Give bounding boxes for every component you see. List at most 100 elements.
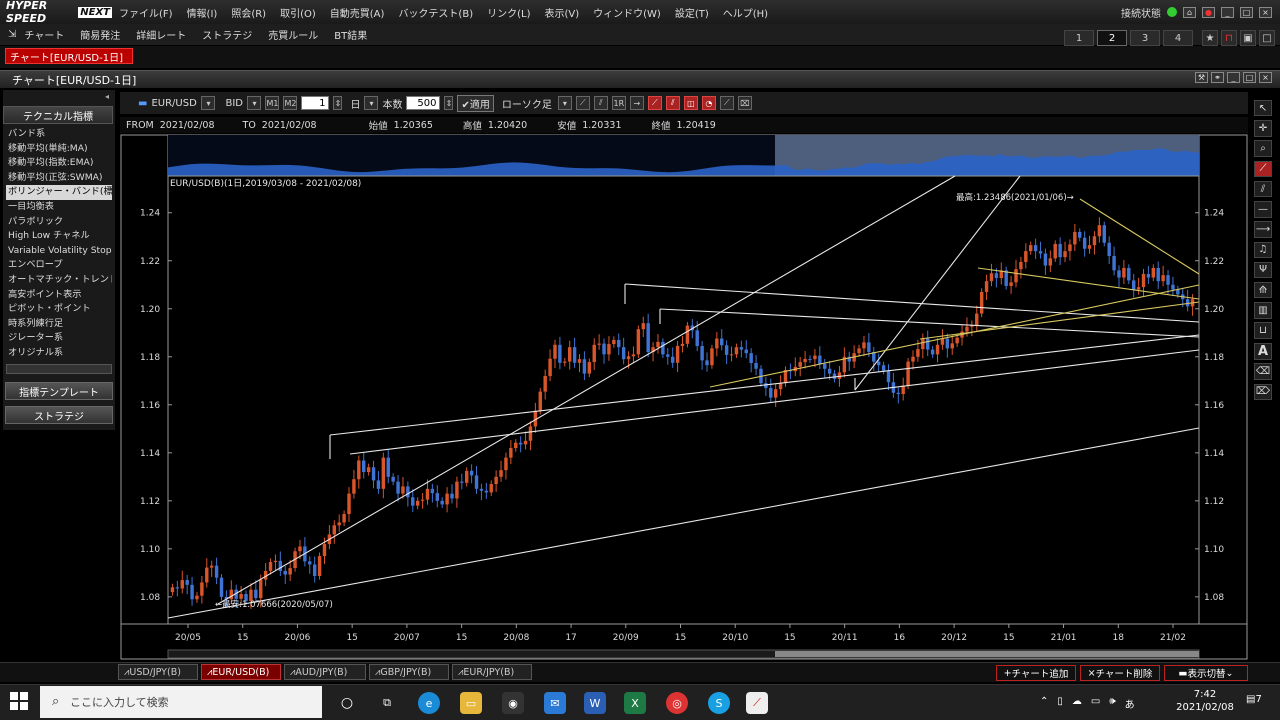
tool-fib-icon[interactable]: ⟋ <box>719 96 734 110</box>
tool-arrow-icon[interactable]: → <box>629 96 644 110</box>
tray-cloud-icon[interactable]: ☁ <box>1072 696 1082 711</box>
tab-usdjpy[interactable]: ⩘ USD/JPY(B) <box>118 664 198 680</box>
menu-view[interactable]: 表示(V) <box>544 5 579 20</box>
menu-link[interactable]: リンク(L) <box>487 5 530 20</box>
menu-trade[interactable]: 取引(O) <box>280 5 316 20</box>
channel-tool-icon[interactable]: ⫽ <box>1254 180 1272 198</box>
indicator-template-button[interactable]: 指標テンプレート <box>5 382 113 400</box>
tray-network-icon[interactable]: ▭ <box>1091 696 1100 711</box>
eraser-all-icon[interactable]: ⌦ <box>1254 383 1272 401</box>
toolbar-quick-order[interactable]: 簡易発注 <box>80 27 120 42</box>
indicator-item[interactable]: 移動平均(指数:EMA) <box>6 156 112 171</box>
chart-scrollbar-thumb[interactable] <box>775 651 1199 657</box>
tool-1r-icon[interactable]: 1R <box>611 96 626 110</box>
layout-tab-3[interactable]: 3 <box>1130 30 1160 46</box>
indicator-item[interactable]: パラボリック <box>6 215 112 230</box>
fork-icon[interactable]: Ψ <box>1254 261 1272 279</box>
period-input[interactable]: 1 <box>301 96 330 110</box>
strategy-button[interactable]: ストラテジ <box>5 406 113 424</box>
menu-auto-trade[interactable]: 自動売買(A) <box>330 5 385 20</box>
tool-line-icon[interactable]: ⟋ <box>575 96 590 110</box>
tool-red1-icon[interactable]: ⟋ <box>647 96 662 110</box>
taskbar-clock[interactable]: 7:42 2021/02/08 <box>1172 688 1238 714</box>
display-toggle-button[interactable]: ▬ 表示切替 ⌄ <box>1164 665 1248 681</box>
cortana-icon[interactable]: ○ <box>336 692 358 714</box>
crosshair-icon[interactable]: ✛ <box>1254 120 1272 137</box>
menu-settings[interactable]: 設定(T) <box>675 5 709 20</box>
period-unit[interactable]: 日 <box>350 96 360 111</box>
menu-info[interactable]: 情報(I) <box>187 5 218 20</box>
m1-icon[interactable]: M1 <box>265 96 280 110</box>
toolbar-bt-result[interactable]: BT結果 <box>334 27 367 42</box>
minimize-icon[interactable]: _ <box>1221 6 1234 18</box>
indicator-item[interactable]: オリジナル系 <box>6 346 112 361</box>
menu-file[interactable]: ファイル(F) <box>119 5 173 20</box>
mail-icon[interactable]: ✉ <box>544 692 566 714</box>
count-input[interactable]: 500 <box>406 96 441 110</box>
fan-icon[interactable]: ⟰ <box>1254 281 1272 299</box>
candle-type-select[interactable]: ローソク足 <box>502 96 554 111</box>
price-type-dropdown-icon[interactable]: ▾ <box>247 96 262 110</box>
bell-icon[interactable]: ♫ <box>1254 241 1272 258</box>
apply-button[interactable]: ✔適用 <box>457 94 494 112</box>
indicator-item[interactable]: 移動平均(正弦:SWMA) <box>6 171 112 186</box>
tool-red3-icon[interactable]: ◫ <box>683 96 698 110</box>
tab-audjpy[interactable]: ⩘ AUD/JPY(B) <box>284 664 366 680</box>
toolbar-trade-rule[interactable]: 売買ルール <box>268 27 318 42</box>
text-tool-icon[interactable]: A <box>1254 342 1272 360</box>
m2-icon[interactable]: M2 <box>283 96 298 110</box>
link-icon[interactable]: ⚭ <box>1211 72 1224 83</box>
task-view-icon[interactable]: ⧉ <box>376 692 398 714</box>
indicator-item[interactable]: オートマチック・トレンドライン <box>6 273 112 288</box>
word-icon[interactable]: W <box>584 692 606 714</box>
edge-icon[interactable]: e <box>418 692 440 714</box>
left-panel-collapse-icon[interactable]: ◂ <box>105 92 113 102</box>
count-stepper-icon[interactable]: ⇕ <box>444 96 454 110</box>
menu-window[interactable]: ウィンドウ(W) <box>593 5 661 20</box>
windows-start-icon[interactable] <box>10 692 28 710</box>
window-icon[interactable]: ▣ <box>1240 30 1256 46</box>
tray-volume-icon[interactable]: 🕪 <box>1109 696 1115 711</box>
zoom-icon[interactable]: ⌕ <box>1254 140 1272 157</box>
indicator-item[interactable]: 時系列練行足 <box>6 317 112 332</box>
indicator-item[interactable]: ピボット・ポイント <box>6 302 112 317</box>
add-chart-button[interactable]: + チャート追加 <box>996 665 1076 681</box>
indicator-item[interactable]: ジレーター系 <box>6 331 112 346</box>
candle-dropdown-icon[interactable]: ▾ <box>557 96 572 110</box>
window-close-icon[interactable]: □ <box>1259 30 1275 46</box>
ray-icon[interactable]: ⟶ <box>1254 221 1272 238</box>
close-icon[interactable]: × <box>1259 6 1272 18</box>
tool-channel-icon[interactable]: ⫽ <box>593 96 608 110</box>
price-type-select[interactable]: BID <box>225 98 243 109</box>
window-tab-chart[interactable]: チャート[EUR/USD-1日] <box>5 48 133 64</box>
cursor-icon[interactable]: ↖ <box>1254 100 1272 117</box>
indicator-item[interactable]: Variable Volatility Stops <box>6 244 112 259</box>
tray-chevron-icon[interactable]: ⌃ <box>1040 696 1048 711</box>
tool-red2-icon[interactable]: ⫽ <box>665 96 680 110</box>
eraser-icon[interactable]: ⌫ <box>1254 363 1272 380</box>
tab-gbpjpy[interactable]: ⩘ GBP/JPY(B) <box>369 664 449 680</box>
tab-eurusd[interactable]: ⩘ EUR/USD(B) <box>201 664 281 680</box>
toolbar-arrow-icon[interactable]: ⇲ <box>8 29 16 40</box>
lock-icon[interactable]: ⌂ <box>1183 6 1196 18</box>
layout-tab-2[interactable]: 2 <box>1097 30 1127 46</box>
menu-backtest[interactable]: バックテスト(B) <box>398 5 473 20</box>
symbol-dropdown-icon[interactable]: ▾ <box>201 96 216 110</box>
indicator-item[interactable]: エンベロープ <box>6 258 112 273</box>
tool-red4-icon[interactable]: ◔ <box>701 96 716 110</box>
layout-tab-4[interactable]: 4 <box>1163 30 1193 46</box>
symbol-select[interactable]: EUR/USD <box>151 98 197 109</box>
indicator-item[interactable]: 高安ポイント表示 <box>6 288 112 303</box>
star-icon[interactable]: ★ <box>1202 30 1218 46</box>
menu-inquiry[interactable]: 照会(R) <box>231 5 266 20</box>
notification-icon[interactable]: ▤7 <box>1246 694 1268 712</box>
toolbar-strategy[interactable]: ストラテジ <box>202 27 252 42</box>
media-icon[interactable]: ◉ <box>502 692 524 714</box>
tray-phone-icon[interactable]: ▯ <box>1057 696 1063 711</box>
trendline-tool-icon[interactable]: ⟋ <box>1254 160 1272 178</box>
tray-ime-icon[interactable]: あ <box>1125 696 1135 711</box>
price-chart[interactable]: 1.24 1.24 1.22 1.22 1.20 1.20 1.18 1.18 1.16 1.16… <box>120 134 1248 660</box>
indicator-item[interactable]: ボリンジャー・バンド(標準) <box>6 185 112 200</box>
period-stepper-icon[interactable]: ⇕ <box>333 96 343 110</box>
hyperspeed-taskbar-icon[interactable]: ⟋ <box>746 692 768 714</box>
